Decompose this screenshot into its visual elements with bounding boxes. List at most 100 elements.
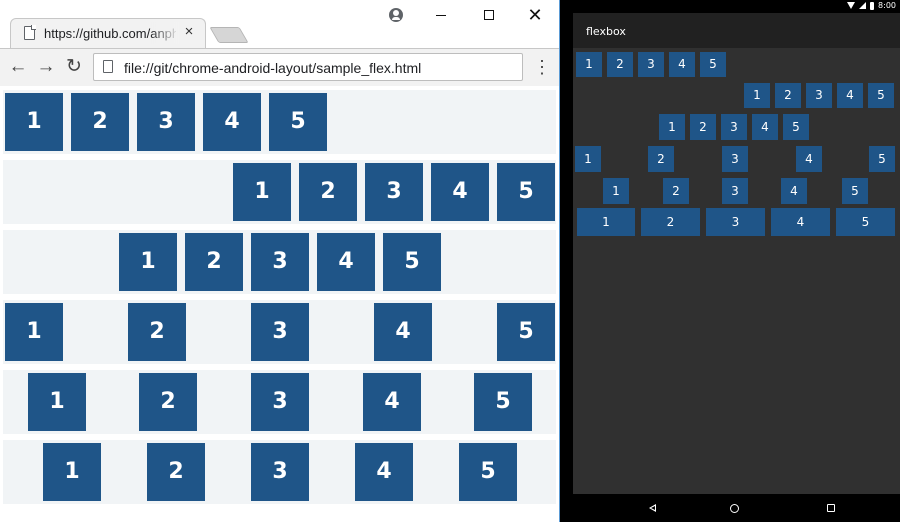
home-circle-icon[interactable]	[730, 504, 739, 513]
flex-item: 4	[752, 114, 778, 140]
flex-row-center: 1 2 3 4 5	[3, 230, 556, 294]
reload-icon[interactable]: ↻	[64, 57, 84, 77]
flex-item: 4	[363, 373, 421, 431]
flex-item: 2	[648, 146, 674, 172]
flex-item: 3	[251, 233, 309, 291]
flex-item: 3	[251, 303, 309, 361]
signal-icon	[859, 2, 867, 9]
browser-toolbar: ← → ↻ file://git/chrome-android-layout/s…	[0, 48, 559, 86]
flex-item: 4	[669, 52, 695, 77]
flex-item: 2	[128, 303, 186, 361]
flex-row-space-around: 1 2 3 4 5	[3, 370, 556, 434]
back-arrow-icon[interactable]: ←	[8, 57, 28, 77]
close-window-button[interactable]: ✕	[520, 4, 550, 26]
flex-item: 3	[365, 163, 423, 221]
page-icon	[24, 25, 36, 40]
status-clock: 8:00	[878, 1, 896, 10]
flex-item: 1	[5, 93, 63, 151]
flex-item: 1	[233, 163, 291, 221]
flex-item: 5	[497, 163, 555, 221]
battery-icon	[870, 1, 875, 10]
flex-item: 3	[722, 146, 748, 172]
flex-item: 1	[5, 303, 63, 361]
flex-row-space-evenly: 1 2 3 4 5	[3, 440, 556, 504]
flex-row-space-between: 1 2 3 4 5	[3, 300, 556, 364]
forward-arrow-icon[interactable]: →	[36, 57, 56, 77]
flex-item: 4	[317, 233, 375, 291]
menu-dots-icon[interactable]: ⋮	[533, 57, 551, 77]
browser-window: https://github.com/anphanorton × ✕ ← → ↻…	[0, 0, 560, 522]
flex-item: 2	[299, 163, 357, 221]
flex-item: 2	[147, 443, 205, 501]
flex-item: 2	[775, 83, 801, 108]
flex-item: 5	[836, 208, 895, 236]
flex-item: 1	[603, 178, 629, 204]
flex-item: 5	[459, 443, 517, 501]
flex-item: 1	[28, 373, 86, 431]
app-bar: flexbox	[573, 13, 900, 48]
flex-item: 4	[771, 208, 830, 236]
maximize-button[interactable]	[474, 4, 504, 26]
flex-item: 3	[251, 443, 309, 501]
minimize-icon	[436, 15, 446, 16]
flex-item: 4	[431, 163, 489, 221]
maximize-icon	[484, 10, 494, 20]
wifi-icon	[847, 2, 856, 9]
flex-item: 1	[744, 83, 770, 108]
flex-item: 5	[383, 233, 441, 291]
recents-square-icon[interactable]	[827, 504, 835, 512]
flex-item: 1	[576, 52, 602, 77]
address-bar[interactable]: file://git/chrome-android-layout/sample_…	[93, 53, 523, 81]
flex-item: 4	[374, 303, 432, 361]
flex-item: 3	[806, 83, 832, 108]
flex-item: 2	[607, 52, 633, 77]
page-icon	[103, 60, 113, 73]
flex-item: 2	[663, 178, 689, 204]
flex-item: 5	[269, 93, 327, 151]
flex-item: 4	[781, 178, 807, 204]
flex-item: 1	[119, 233, 177, 291]
flex-item: 3	[137, 93, 195, 151]
flex-item: 4	[796, 146, 822, 172]
flex-item: 4	[203, 93, 261, 151]
minimize-button[interactable]	[426, 4, 456, 26]
new-tab-button[interactable]	[209, 27, 249, 43]
flex-item: 2	[71, 93, 129, 151]
flex-item: 5	[842, 178, 868, 204]
flex-item: 5	[700, 52, 726, 77]
flex-row-end: 1 2 3 4 5	[3, 160, 556, 224]
flex-item: 3	[722, 178, 748, 204]
flex-item: 5	[497, 303, 555, 361]
tab-title-fade	[150, 22, 180, 44]
flex-item: 5	[869, 146, 895, 172]
flex-item: 3	[251, 373, 309, 431]
flex-item: 4	[355, 443, 413, 501]
flex-item: 2	[139, 373, 197, 431]
android-nav-bar	[573, 494, 900, 522]
android-emulator: 8:00 flexbox 1 2 3 4 5 1 2 3 4 5 1 2 3 4…	[560, 0, 900, 522]
status-icons: 8:00	[847, 1, 896, 10]
address-url[interactable]: file://git/chrome-android-layout/sample_…	[124, 60, 421, 76]
flex-item: 1	[575, 146, 601, 172]
flex-item: 1	[43, 443, 101, 501]
flex-item: 2	[690, 114, 716, 140]
flex-item: 1	[577, 208, 635, 236]
tab-close-icon[interactable]: ×	[182, 23, 196, 41]
status-bar: 8:00	[573, 0, 900, 13]
flex-item: 1	[659, 114, 685, 140]
app-title: flexbox	[586, 25, 626, 38]
flex-item: 5	[868, 83, 894, 108]
flex-item: 4	[837, 83, 863, 108]
title-bar: https://github.com/anphanorton × ✕	[0, 0, 559, 48]
flex-item: 5	[783, 114, 809, 140]
flex-item: 2	[185, 233, 243, 291]
profile-icon[interactable]	[389, 8, 403, 22]
back-triangle-icon[interactable]	[649, 504, 656, 512]
flex-item: 3	[721, 114, 747, 140]
flex-row-start: 1 2 3 4 5	[3, 90, 556, 154]
page-content: 1 2 3 4 5 1 2 3 4 5 1 2 3 4 5 1 2 3 4 5	[0, 87, 559, 522]
flex-item: 3	[638, 52, 664, 77]
flex-item: 3	[706, 208, 765, 236]
flex-item: 2	[641, 208, 700, 236]
flex-item: 5	[474, 373, 532, 431]
